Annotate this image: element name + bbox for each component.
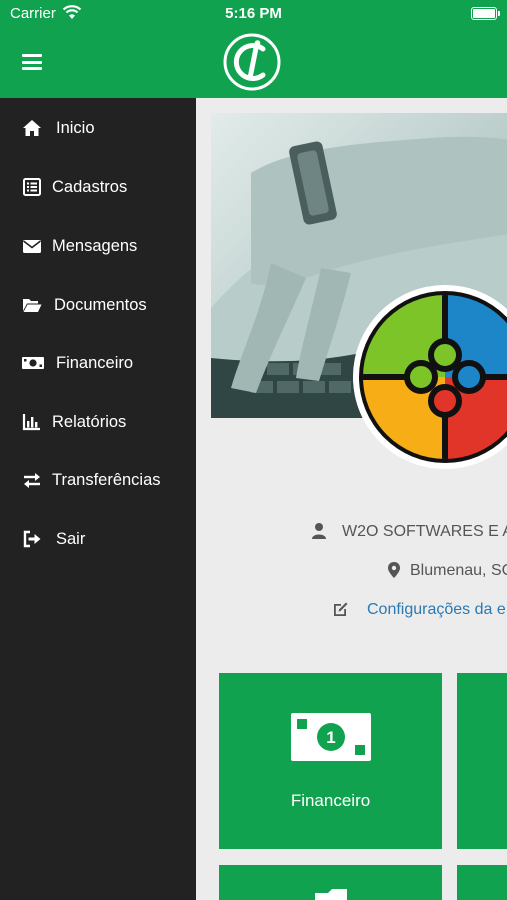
sidebar-item-label: Inicio	[56, 119, 95, 137]
sidebar-item-label: Cadastros	[52, 178, 128, 196]
folder-open-icon	[22, 295, 42, 315]
clock: 5:16 PM	[225, 5, 282, 22]
folder-icon	[315, 887, 355, 900]
sidebar-item-sair[interactable]: Sair	[0, 519, 196, 559]
sidebar-item-label: Financeiro	[56, 354, 134, 372]
sidebar-item-financeiro[interactable]: Financeiro	[0, 343, 196, 383]
sidebar-item-cadastros[interactable]: Cadastros	[0, 167, 196, 207]
sidebar-item-label: Transferências	[52, 471, 161, 489]
money-bill-icon: 1	[291, 713, 371, 761]
tile-label: Financeiro	[290, 791, 371, 810]
bar-chart-icon	[22, 412, 42, 432]
sidebar-item-inicio[interactable]: Inicio	[0, 108, 196, 148]
sign-out-icon	[22, 529, 42, 549]
svg-text:1: 1	[326, 728, 335, 747]
tile-partial[interactable]	[457, 865, 507, 900]
company-settings-link[interactable]: Configurações da e	[367, 601, 506, 619]
map-marker-icon	[385, 561, 403, 579]
sidebar-item-documentos[interactable]: Documentos	[0, 285, 196, 325]
exchange-icon	[22, 470, 42, 490]
app-logo	[223, 33, 281, 91]
tile-partial[interactable]	[457, 673, 507, 849]
battery-icon	[471, 7, 500, 20]
top-navigation-bar	[0, 26, 507, 98]
company-name: W2O SOFTWARES E AP	[342, 523, 507, 540]
home-icon	[22, 118, 42, 138]
tile-documentos[interactable]	[219, 865, 442, 900]
edit-icon	[332, 600, 350, 618]
user-icon	[310, 522, 328, 540]
hamburger-icon[interactable]	[22, 54, 42, 70]
main-content: W2O SOFTWARES E AP Blumenau, SC Configur…	[196, 98, 507, 900]
side-menu: Inicio Cadastros Mensagens Documentos Fi…	[0, 98, 196, 900]
sidebar-item-transferencias[interactable]: Transferências	[0, 460, 196, 500]
sidebar-item-mensagens[interactable]: Mensagens	[0, 226, 196, 266]
list-alt-icon	[22, 177, 42, 197]
money-bill-icon	[22, 353, 44, 373]
sidebar-item-relatorios[interactable]: Relatórios	[0, 402, 196, 442]
sidebar-item-label: Documentos	[54, 296, 147, 314]
sidebar-item-label: Sair	[56, 530, 86, 548]
status-bar: Carrier 5:16 PM	[0, 0, 507, 26]
envelope-icon	[22, 236, 42, 256]
tile-financeiro[interactable]: 1 Financeiro	[219, 673, 442, 849]
sidebar-item-label: Mensagens	[52, 237, 138, 255]
location-text: Blumenau, SC	[410, 562, 507, 579]
sidebar-item-label: Relatórios	[52, 413, 127, 431]
